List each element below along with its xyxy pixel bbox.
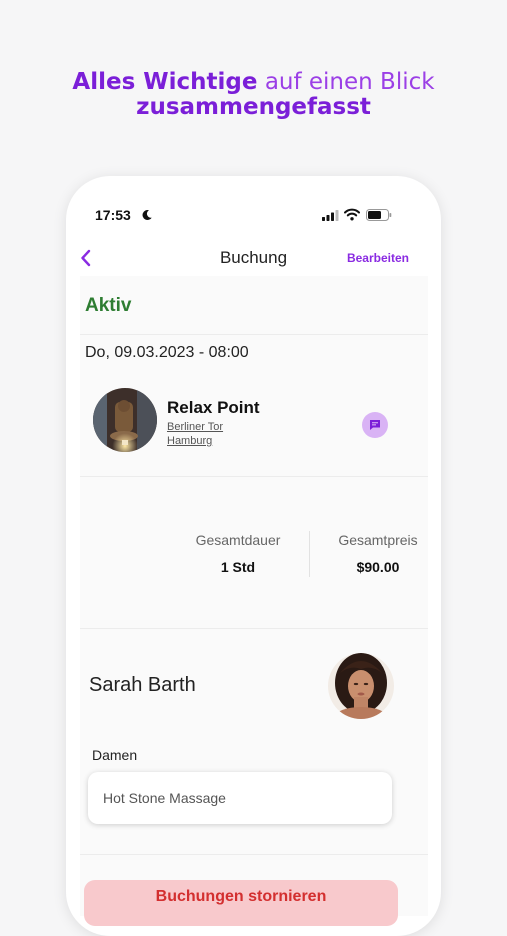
promo-headline: Alles Wichtige auf einen Blick zusammeng… xyxy=(0,70,507,120)
category-label: Damen xyxy=(92,747,138,763)
battery-icon xyxy=(366,209,392,221)
booking-details: Aktiv Do, 09.03.2023 - 08:00 Relax Point… xyxy=(80,276,428,926)
moon-icon xyxy=(142,209,152,220)
status-badge: Aktiv xyxy=(85,295,132,316)
headline-light-1: auf einen Blick xyxy=(264,69,435,95)
cancel-booking-label: Buchungen stornieren xyxy=(155,888,327,905)
wifi-icon xyxy=(344,208,360,221)
nav-bar: Buchung Bearbeiten xyxy=(66,244,441,274)
status-bar: 17:53 xyxy=(66,206,441,226)
status-time: 17:53 xyxy=(95,207,131,223)
service-field[interactable]: Hot Stone Massage xyxy=(88,772,392,824)
booking-datetime: Do, 09.03.2023 - 08:00 xyxy=(85,344,249,361)
edit-button[interactable]: Bearbeiten xyxy=(347,251,409,265)
divider xyxy=(80,628,428,629)
venue-address-line-2[interactable]: Hamburg xyxy=(167,435,212,447)
divider xyxy=(80,476,428,477)
duration-value: 1 Std xyxy=(220,559,256,575)
venue-avatar xyxy=(93,388,157,452)
stat-divider xyxy=(309,531,310,577)
therapist-name: Sarah Barth xyxy=(89,674,196,696)
service-value: Hot Stone Massage xyxy=(103,790,226,806)
venue-name: Relax Point xyxy=(167,398,260,417)
therapist-avatar xyxy=(328,653,394,719)
price-label: Gesamtpreis xyxy=(338,532,418,548)
phone-frame: 17:53 Buchung Bearbeiten Aktiv Do, 09.03… xyxy=(66,176,441,936)
price-value: $90.00 xyxy=(356,559,400,575)
divider xyxy=(80,854,428,855)
divider xyxy=(80,334,428,335)
venue-address-line-1[interactable]: Berliner Tor xyxy=(167,421,223,433)
duration-label: Gesamtdauer xyxy=(195,532,281,548)
cancel-booking-button[interactable]: Buchungen stornieren xyxy=(84,880,398,926)
chat-icon xyxy=(370,420,380,430)
headline-bold-1: Alles Wichtige xyxy=(72,69,258,95)
chat-button[interactable] xyxy=(362,412,388,438)
headline-bold-2: zusammengefasst xyxy=(136,94,371,120)
signal-icon xyxy=(322,210,339,221)
